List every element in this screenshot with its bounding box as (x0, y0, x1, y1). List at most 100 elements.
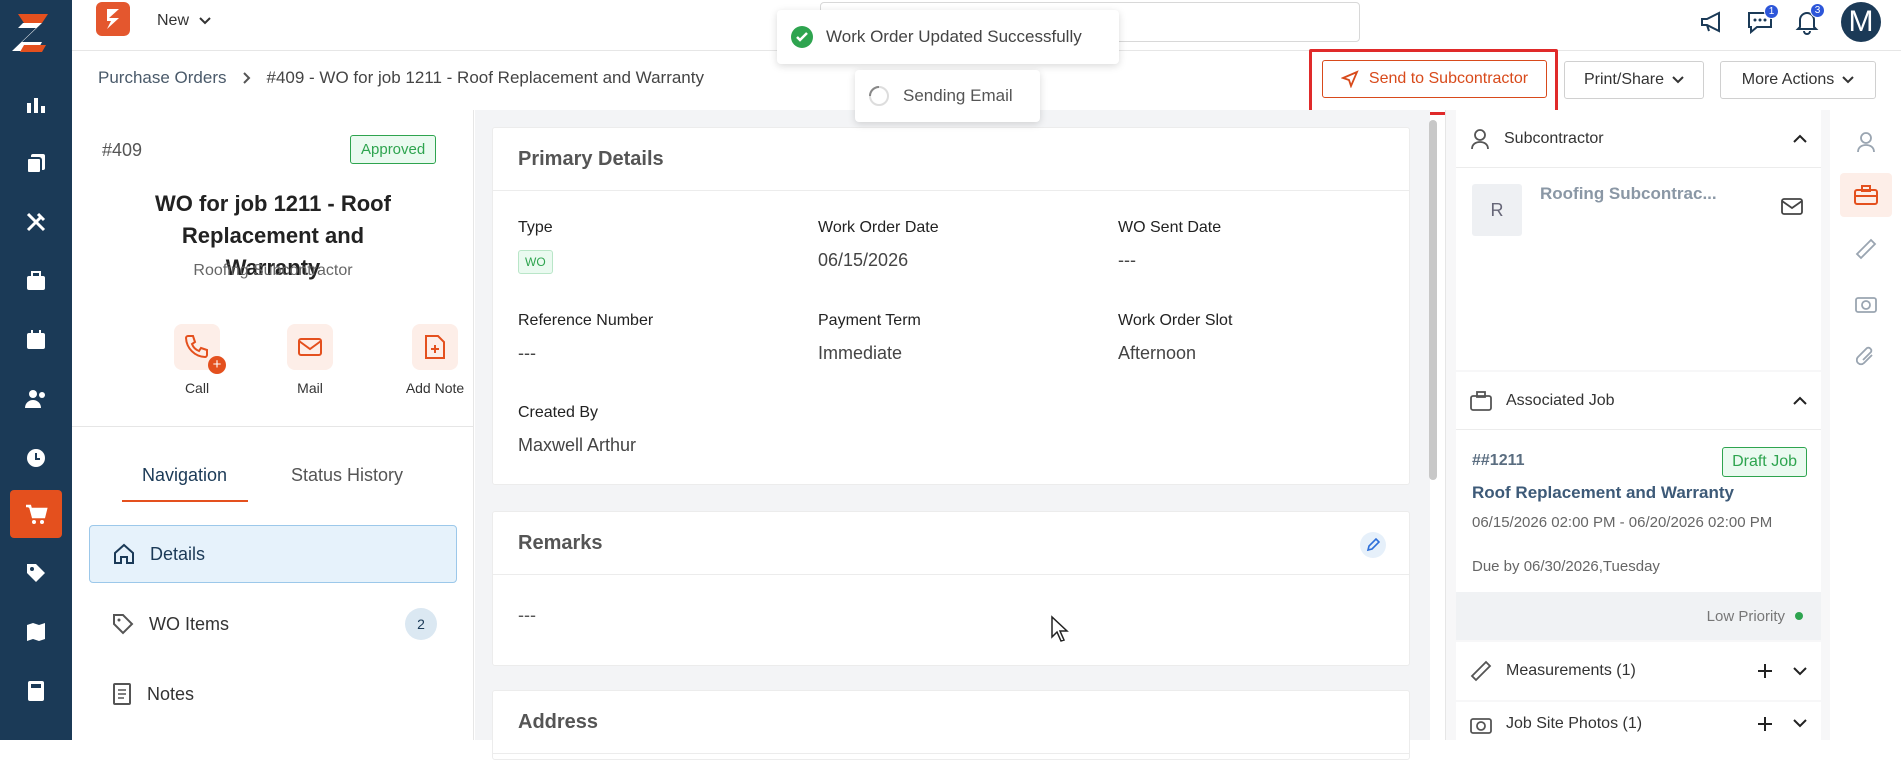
created-by-value: Maxwell Arthur (518, 435, 637, 455)
chevron-down-icon[interactable] (1793, 719, 1807, 728)
sidebar-documents-icon[interactable] (10, 139, 62, 187)
nav-item-notes[interactable]: Notes (89, 665, 457, 723)
subcontractor-avatar: R (1472, 184, 1522, 236)
job-panel-briefcase-icon[interactable] (1840, 173, 1892, 217)
sidebar-jobs-icon[interactable] (10, 257, 62, 305)
chevron-up-icon[interactable] (1793, 396, 1807, 405)
breadcrumb-purchase-orders[interactable]: Purchase Orders (98, 68, 227, 88)
add-note-label: Add Note (405, 380, 465, 396)
payment-term-label: Payment Term (818, 312, 921, 329)
priority-dot-icon (1795, 612, 1803, 620)
sidebar-clock-icon[interactable] (10, 434, 62, 482)
sidebar-tools-icon[interactable] (10, 198, 62, 246)
job-due-date: Due by 06/30/2026,Tuesday (1472, 558, 1660, 575)
reference-number-label: Reference Number (518, 312, 654, 329)
tab-status-history[interactable]: Status History (291, 465, 403, 486)
sidebar-tags-icon[interactable] (10, 549, 62, 597)
reference-number-field: Reference Number --- (518, 312, 653, 364)
primary-details-card: Primary Details Type WO Work Order Date … (492, 127, 1410, 485)
job-number[interactable]: ##1211 (1472, 452, 1525, 470)
priority-row: Low Priority (1456, 592, 1821, 640)
work-order-slot-value: Afternoon (1118, 343, 1197, 363)
more-actions-button[interactable]: More Actions (1720, 61, 1876, 99)
app-switcher-icon[interactable] (96, 2, 130, 36)
reference-number-value: --- (518, 343, 536, 363)
photos-panel-camera-icon[interactable] (1840, 281, 1892, 325)
right-icon-bar (1830, 110, 1901, 740)
mail-action[interactable]: Mail (265, 324, 355, 396)
sidebar-map-icon[interactable] (10, 608, 62, 656)
check-circle-icon (791, 26, 813, 48)
announcements-icon[interactable] (1699, 10, 1725, 34)
chevron-down-icon (199, 17, 211, 25)
notifications-badge: 3 (1810, 3, 1825, 18)
sidebar-dashboard-icon[interactable] (10, 80, 62, 128)
chevron-down-icon[interactable] (1793, 666, 1807, 676)
user-avatar[interactable]: M (1841, 2, 1881, 42)
print-share-button[interactable]: Print/Share (1564, 61, 1704, 99)
address-card: Address (492, 690, 1410, 760)
work-order-slot-field: Work Order Slot Afternoon (1118, 312, 1232, 364)
loading-spinner-icon (869, 86, 889, 106)
primary-details-title: Primary Details (493, 128, 1409, 191)
camera-icon (1470, 717, 1492, 734)
call-action[interactable]: + Call (152, 324, 242, 396)
divider (72, 426, 474, 427)
sidebar-purchase-orders-icon[interactable] (10, 490, 62, 538)
content-scrollbar[interactable] (1429, 120, 1437, 480)
nav-item-details[interactable]: Details (89, 525, 457, 583)
add-photo-icon[interactable] (1757, 716, 1773, 732)
type-field: Type WO (518, 219, 553, 274)
sidebar-calculator-icon[interactable] (10, 667, 62, 715)
person-icon (1471, 128, 1489, 149)
sending-email-text: Sending Email (903, 86, 1013, 105)
wo-sent-date-field: WO Sent Date --- (1118, 219, 1221, 271)
chevron-down-icon (1842, 76, 1854, 84)
wo-sent-date-label: WO Sent Date (1118, 219, 1222, 236)
sidebar-calendar-icon[interactable] (10, 316, 62, 364)
briefcase-icon (1470, 390, 1492, 411)
success-toast-text: Work Order Updated Successfully (826, 27, 1082, 46)
mail-label: Mail (297, 380, 323, 396)
notifications-bell-icon[interactable]: 3 (1795, 3, 1825, 35)
add-note-action[interactable]: Add Note (390, 324, 480, 396)
job-name[interactable]: Roof Replacement and Warranty (1472, 483, 1734, 503)
print-share-label: Print/Share (1583, 71, 1665, 88)
tab-navigation[interactable]: Navigation (142, 465, 227, 486)
payment-term-value: Immediate (818, 343, 903, 363)
attachments-panel-paperclip-icon[interactable] (1840, 335, 1892, 379)
wo-items-count: 2 (405, 608, 437, 640)
ruler-icon (1470, 660, 1492, 682)
type-label: Type (518, 219, 553, 236)
measurements-panel-ruler-icon[interactable] (1840, 227, 1892, 271)
type-tag: WO (518, 250, 553, 274)
priority-label: Low Priority (1706, 607, 1785, 625)
sending-email-toast: Sending Email (855, 70, 1040, 122)
brand-logo-icon[interactable] (10, 10, 54, 56)
work-order-date-value: 06/15/2026 (818, 250, 909, 270)
work-order-date-label: Work Order Date (818, 219, 939, 236)
mail-icon[interactable] (1781, 198, 1803, 215)
subcontractor-name[interactable]: Roofing Subcontrac... (1540, 184, 1717, 204)
measurements-title: Measurements (1) (1506, 662, 1636, 679)
add-measurement-icon[interactable] (1757, 663, 1773, 679)
status-badge: Approved (350, 135, 437, 164)
contacts-panel-icon[interactable] (1840, 120, 1892, 164)
nav-item-wo-items[interactable]: WO Items 2 (89, 595, 457, 653)
success-toast: Work Order Updated Successfully (777, 10, 1119, 64)
chevron-up-icon[interactable] (1793, 134, 1807, 143)
edit-remarks-icon[interactable] (1360, 532, 1386, 558)
phone-add-icon (184, 335, 208, 359)
job-site-photos-section: Job Site Photos (1) (1456, 702, 1821, 740)
sidebar-contacts-icon[interactable] (10, 375, 62, 423)
call-label: Call (184, 380, 210, 396)
add-note-icon (425, 335, 445, 359)
send-to-subcontractor-button[interactable]: Send to Subcontractor (1322, 60, 1547, 98)
measurements-section: Measurements (1) (1456, 642, 1821, 700)
address-title: Address (493, 691, 1409, 754)
new-button[interactable]: New (157, 12, 211, 30)
wo-sent-date-value: --- (1118, 250, 1136, 270)
chat-icon[interactable]: 1 (1747, 4, 1779, 34)
created-by-field: Created By Maxwell Arthur (518, 404, 636, 456)
main-sidebar (0, 0, 72, 740)
